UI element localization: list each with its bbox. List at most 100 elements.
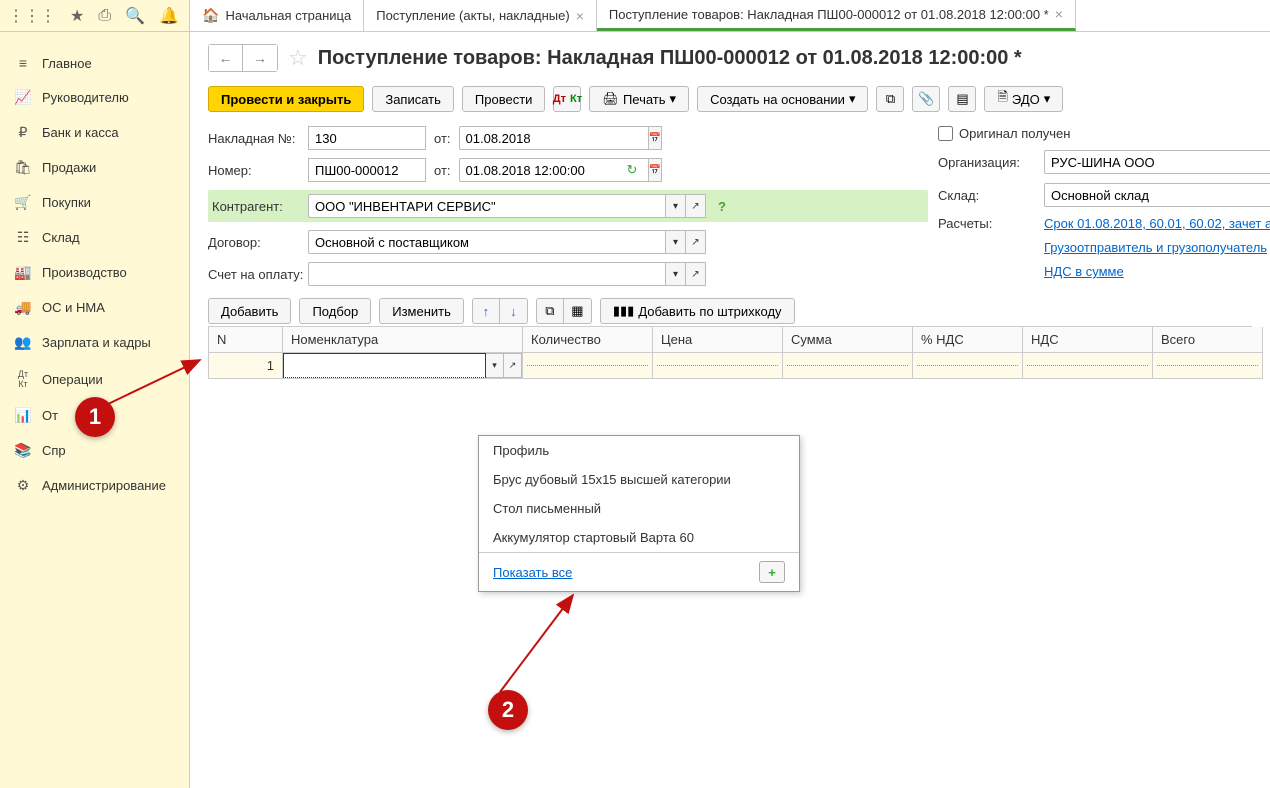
back-button[interactable]: ←: [209, 45, 243, 71]
calendar-icon[interactable]: 📅: [649, 126, 662, 150]
items-table: N Номенклатура Количество Цена Сумма % Н…: [208, 326, 1252, 379]
sidebar-item-sales[interactable]: 🛍Продажи: [0, 150, 189, 185]
sidebar-item-os[interactable]: 🚚ОС и НМА: [0, 290, 189, 325]
nomer-input[interactable]: [308, 158, 426, 182]
kontragent-input[interactable]: [308, 194, 666, 218]
table-row[interactable]: 1 ▾↗: [209, 353, 1251, 379]
factory-icon: 🏭: [14, 264, 32, 281]
chevron-down-icon[interactable]: ▾: [666, 230, 686, 254]
main-area: ← → ☆ Поступление товаров: Накладная ПШ0…: [190, 32, 1270, 788]
open-icon[interactable]: ↗: [686, 262, 706, 286]
calendar-icon[interactable]: 📅: [649, 158, 662, 182]
close-icon[interactable]: ×: [1055, 6, 1063, 22]
close-icon[interactable]: ×: [576, 8, 584, 24]
dobavit-button[interactable]: Добавить: [208, 298, 291, 324]
attach-button[interactable]: 📎: [912, 86, 940, 112]
dropdown-option[interactable]: Профиль: [479, 436, 799, 465]
header-line: ← → ☆ Поступление товаров: Накладная ПШ0…: [208, 44, 1252, 72]
original-checkbox[interactable]: Оригинал получен: [938, 126, 1070, 141]
open-icon[interactable]: ↗: [504, 353, 522, 378]
cell-price[interactable]: [653, 353, 783, 379]
org-input[interactable]: [1044, 150, 1270, 174]
sidebar-item-salary[interactable]: 👥Зарплата и кадры: [0, 325, 189, 360]
show-all-link[interactable]: Показать все: [493, 565, 572, 580]
chart-icon: 📈: [14, 89, 32, 106]
apps-icon[interactable]: ⋮⋮⋮: [8, 6, 56, 26]
callout-2: 2: [488, 690, 528, 730]
barcode-button[interactable]: ▮▮▮ Добавить по штрихкоду: [600, 298, 795, 324]
chevron-down-icon: ▾: [1044, 91, 1051, 107]
action-toolbar: Провести и закрыть Записать Провести ДтК…: [208, 86, 1252, 112]
schet-input[interactable]: [308, 262, 666, 286]
add-new-button[interactable]: +: [759, 561, 785, 583]
raschety-link[interactable]: Срок 01.08.2018, 60.01, 60.02, зачет ава…: [1044, 216, 1270, 231]
forward-button[interactable]: →: [243, 45, 277, 71]
edo-button[interactable]: 🗎 ЭДО ▾: [984, 86, 1063, 112]
cell-nds[interactable]: [1023, 353, 1153, 379]
tab-postupleniye-list[interactable]: Поступление (акты, накладные) ×: [364, 0, 597, 31]
copy-button[interactable]: ⧉: [536, 298, 564, 324]
star-icon[interactable]: ★: [70, 6, 84, 26]
refresh-icon[interactable]: ↻: [627, 162, 638, 178]
izmenit-button[interactable]: Изменить: [379, 298, 464, 324]
favorite-icon[interactable]: ☆: [288, 45, 308, 71]
sidebar-item-purchases[interactable]: 🛒Покупки: [0, 185, 189, 220]
sidebar-item-bank[interactable]: ₽Банк и касса: [0, 115, 189, 150]
open-icon[interactable]: ↗: [686, 230, 706, 254]
cell-total[interactable]: [1153, 353, 1263, 379]
cell-qty[interactable]: [523, 353, 653, 379]
dropdown-option[interactable]: Брус дубовый 15х15 высшей категории: [479, 465, 799, 494]
dropdown-option[interactable]: Стол письменный: [479, 494, 799, 523]
form-right: Оригинал получен Организация: ▾↗ Склад: …: [938, 126, 1270, 288]
chevron-down-icon[interactable]: ▾: [486, 353, 504, 378]
zapisat-button[interactable]: Записать: [372, 86, 454, 112]
gruz-link[interactable]: Грузоотправитель и грузополучатель: [1044, 240, 1267, 255]
help-icon[interactable]: ?: [714, 199, 730, 214]
clipboard-icon[interactable]: ⎙: [98, 7, 111, 25]
dogovor-input[interactable]: [308, 230, 666, 254]
sklad-label: Склад:: [938, 188, 1034, 203]
cell-nds-pct[interactable]: [913, 353, 1023, 379]
col-nomenclature: Номенклатура: [283, 327, 523, 353]
sidebar-item-admin[interactable]: ⚙Администрирование: [0, 468, 189, 503]
create-based-button[interactable]: Создать на основании ▾: [697, 86, 868, 112]
paste-button[interactable]: ▦: [564, 298, 592, 324]
sidebar-item-warehouse[interactable]: ☷Склад: [0, 220, 189, 255]
bell-icon[interactable]: 🔔: [159, 6, 179, 26]
tab-home[interactable]: 🏠 Начальная страница: [190, 0, 364, 31]
list-button[interactable]: ▤: [948, 86, 976, 112]
related-button[interactable]: ⧉: [876, 86, 904, 112]
search-icon[interactable]: 🔍: [125, 6, 145, 26]
open-icon[interactable]: ↗: [686, 194, 706, 218]
provesti-zakryt-button[interactable]: Провести и закрыть: [208, 86, 364, 112]
sidebar-item-production[interactable]: 🏭Производство: [0, 255, 189, 290]
chevron-down-icon[interactable]: ▾: [666, 194, 686, 218]
nomenclature-input[interactable]: [283, 353, 486, 378]
callout-1: 1: [75, 397, 115, 437]
cell-nomenclature[interactable]: ▾↗: [283, 353, 523, 379]
sidebar-item-operations[interactable]: ДтКтОперации: [0, 360, 189, 398]
move-down-button[interactable]: ↓: [500, 298, 528, 324]
dtkt-button[interactable]: ДтКт: [553, 86, 581, 112]
sidebar-item-manager[interactable]: 📈Руководителю: [0, 80, 189, 115]
date1-input[interactable]: [459, 126, 649, 150]
datetime-input[interactable]: [459, 158, 649, 182]
sklad-input[interactable]: [1044, 183, 1270, 207]
sidebar-item-main[interactable]: ≡Главное: [0, 46, 189, 80]
nds-link[interactable]: НДС в сумме: [1044, 264, 1124, 279]
move-up-button[interactable]: ↑: [472, 298, 500, 324]
nav-buttons: ← →: [208, 44, 278, 72]
chevron-down-icon[interactable]: ▾: [666, 262, 686, 286]
tab-bar: 🏠 Начальная страница Поступление (акты, …: [190, 0, 1270, 31]
provesti-button[interactable]: Провести: [462, 86, 546, 112]
tab-label: Поступление (акты, накладные): [376, 8, 569, 23]
podbor-button[interactable]: Подбор: [299, 298, 371, 324]
sidebar-item-references[interactable]: 📚Спр: [0, 433, 189, 468]
dropdown-option[interactable]: Аккумулятор стартовый Варта 60: [479, 523, 799, 552]
form-left: Накладная №: от: 📅 Номер: от: 📅 ↻ Контра…: [208, 126, 928, 286]
print-button[interactable]: 🖨 Печать ▾: [589, 86, 689, 112]
nakladnaya-input[interactable]: [308, 126, 426, 150]
tab-document[interactable]: Поступление товаров: Накладная ПШ00-0000…: [597, 0, 1076, 31]
table-header: N Номенклатура Количество Цена Сумма % Н…: [209, 327, 1251, 353]
cell-sum[interactable]: [783, 353, 913, 379]
